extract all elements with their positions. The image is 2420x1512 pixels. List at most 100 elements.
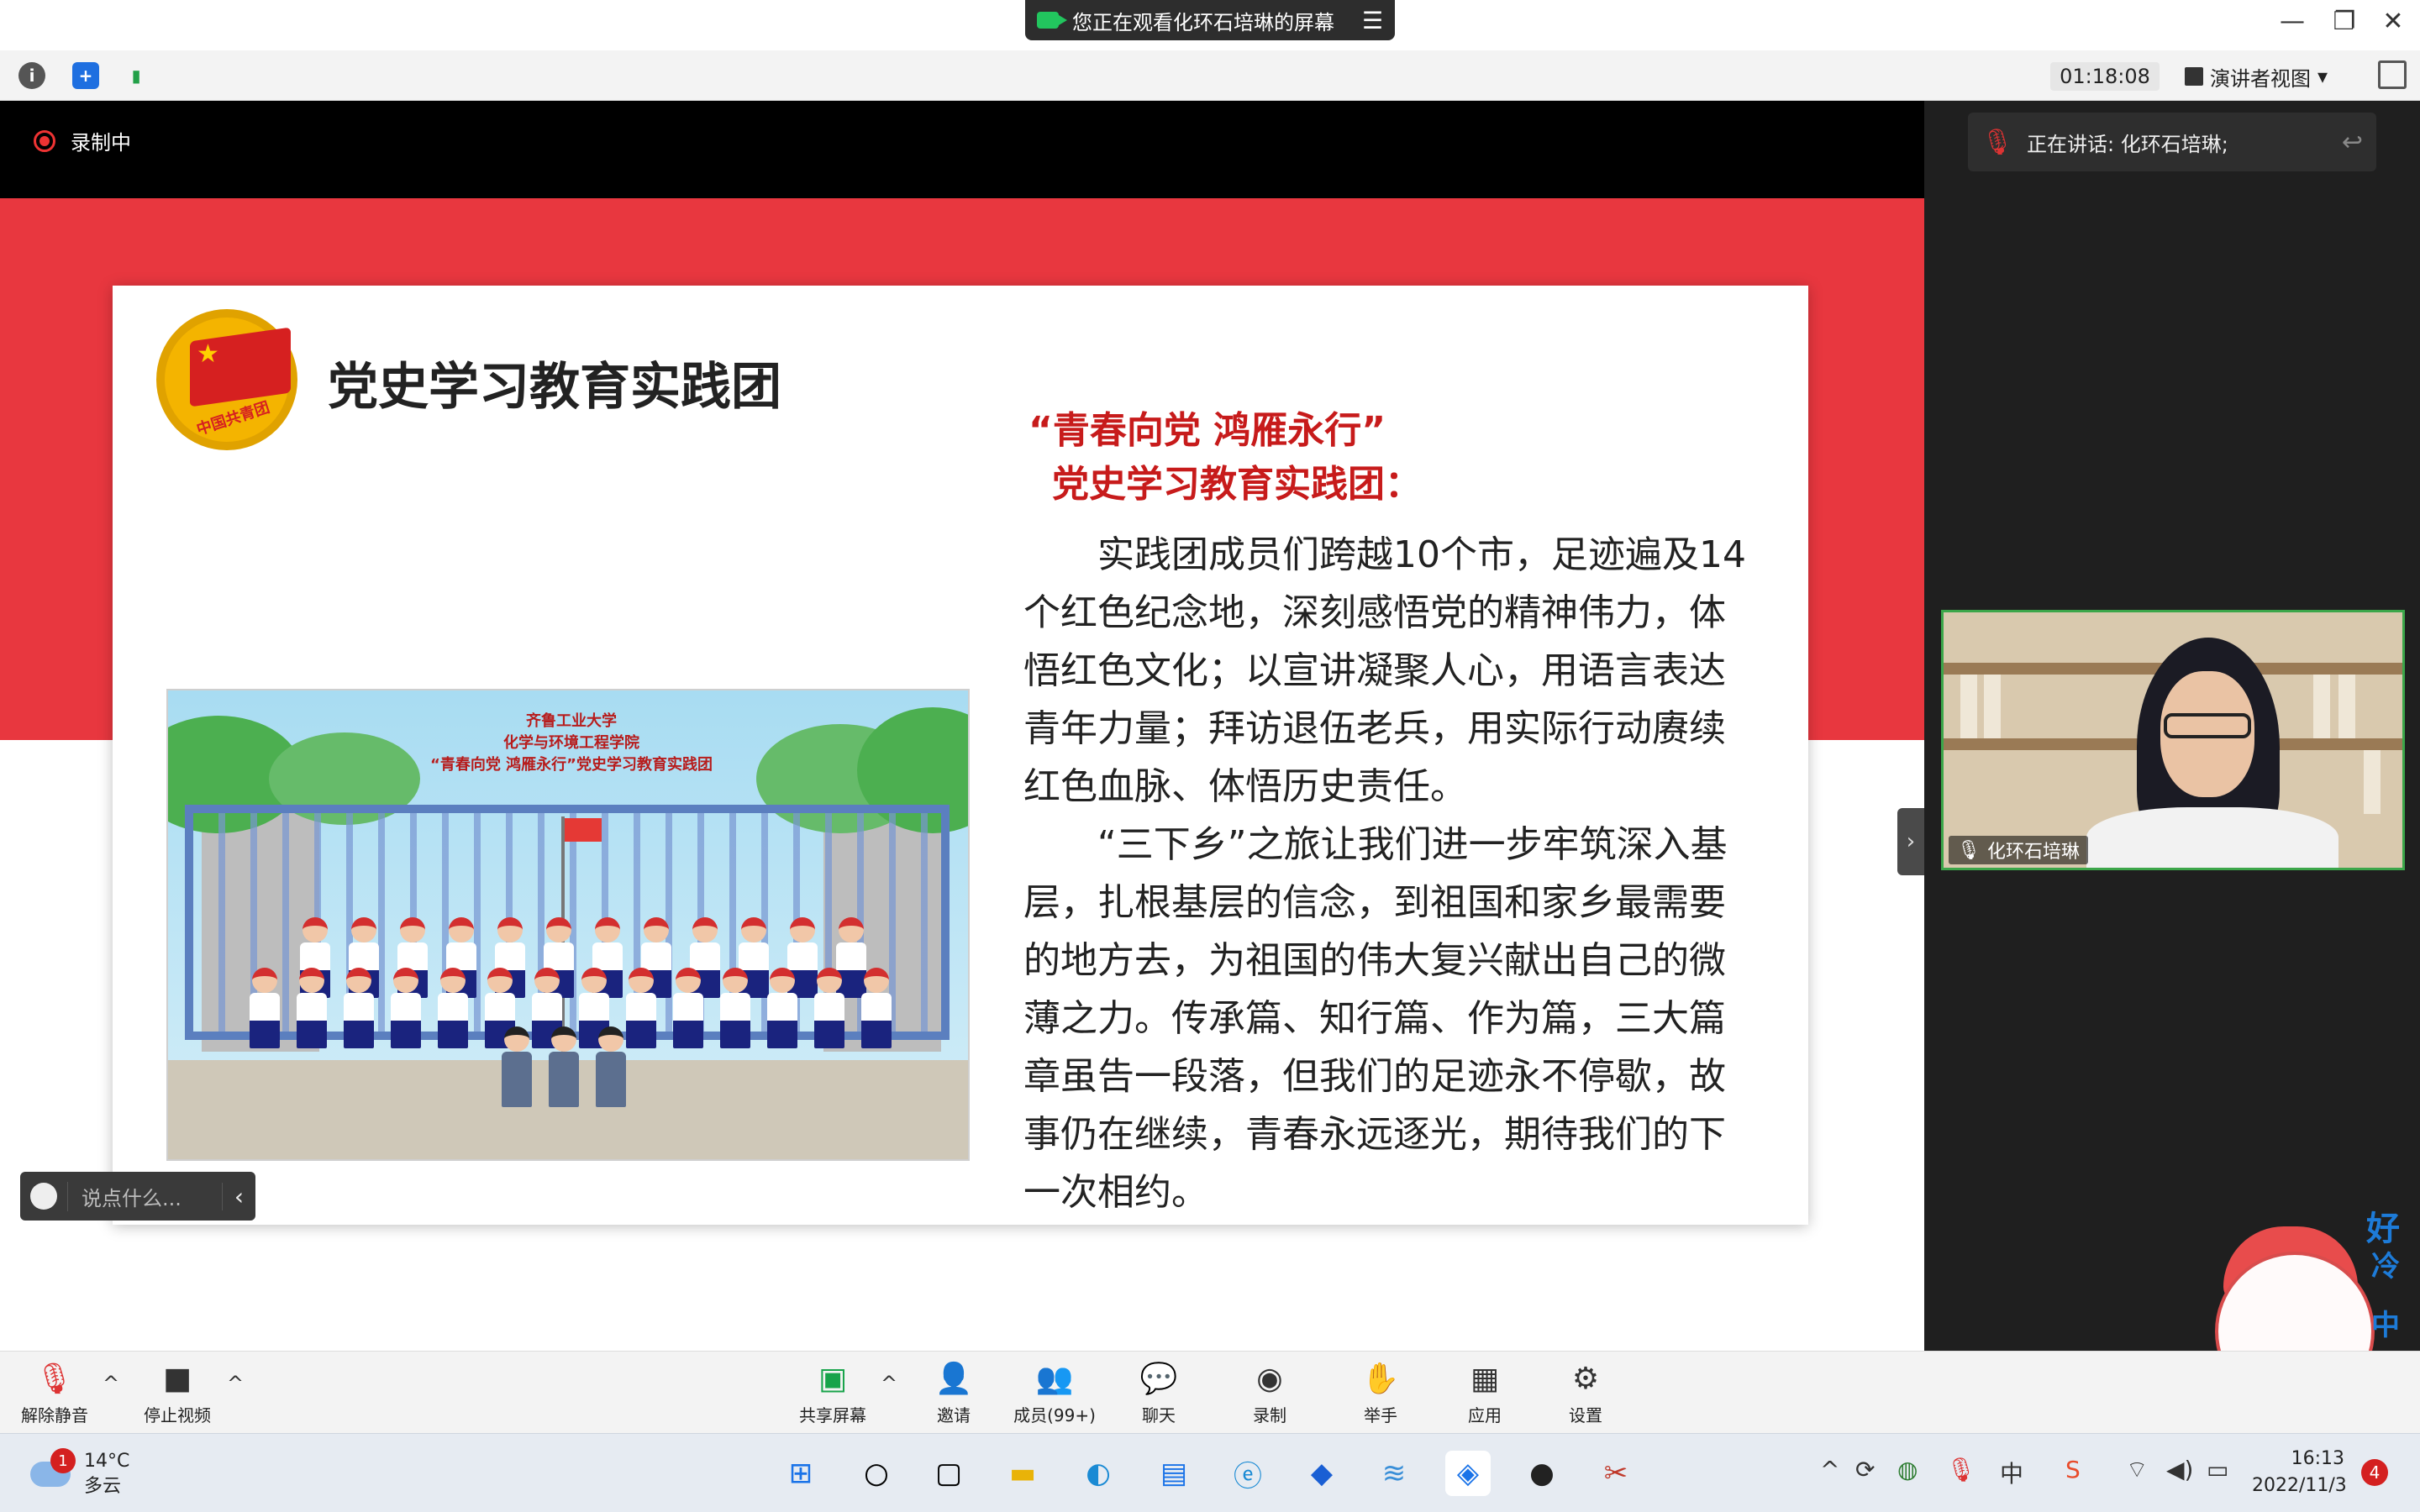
slide-body-text: 实践团成员们跨越10个市，足迹遍及14个红色纪念地，深刻感悟党的精神伟力，体悟红… bbox=[1023, 526, 1754, 1221]
shield-icon[interactable]: + bbox=[72, 62, 99, 89]
video-book bbox=[2338, 675, 2355, 738]
security-icon[interactable]: ◍ bbox=[1897, 1456, 1918, 1483]
apps-button[interactable]: ▦ 应用 bbox=[1439, 1360, 1531, 1426]
meeting-controls: 🎙 解除静音 ^ ■ 停止视频 ^ ▣ 共享屏幕 ^ 👤 邀请 👥 成员(99+… bbox=[0, 1351, 2420, 1433]
photo-person bbox=[861, 968, 892, 1048]
store-icon[interactable]: ▤ bbox=[1151, 1451, 1197, 1496]
cloud-icon: 1 bbox=[30, 1448, 76, 1487]
wifi-icon[interactable]: ⌔ bbox=[2126, 1456, 2148, 1485]
users-icon: 👥 bbox=[1035, 1362, 1074, 1396]
volume-icon[interactable]: ◀) bbox=[2166, 1456, 2193, 1483]
weather-badge: 1 bbox=[50, 1448, 76, 1473]
unmute-button[interactable]: 🎙 解除静音 bbox=[8, 1360, 101, 1426]
restore-button[interactable]: ❐ bbox=[2326, 7, 2363, 36]
clock-time: 16:13 bbox=[2291, 1448, 2344, 1469]
mic-icon[interactable]: 🎙 bbox=[1946, 1456, 1976, 1483]
apps-label: 应用 bbox=[1468, 1405, 1502, 1425]
chat-placeholder[interactable]: 说点什么... bbox=[67, 1181, 222, 1211]
share-screen-button[interactable]: ▣ 共享屏幕 bbox=[786, 1360, 879, 1426]
photo-person bbox=[767, 968, 797, 1048]
video-book bbox=[2364, 750, 2381, 814]
avatar-app-icon[interactable]: ● bbox=[1519, 1451, 1565, 1496]
members-button[interactable]: 👥 成员(99+) bbox=[1008, 1360, 1101, 1426]
title-bar: 您正在观看化环石培琳的屏幕 ☰ — ❐ ✕ bbox=[0, 0, 2420, 50]
photo-person bbox=[297, 968, 327, 1048]
search-icon[interactable]: ○ bbox=[854, 1451, 899, 1496]
share-screen-label: 共享屏幕 bbox=[799, 1405, 866, 1425]
stop-video-button[interactable]: ■ 停止视频 bbox=[131, 1360, 224, 1426]
settings-label: 设置 bbox=[1569, 1405, 1602, 1425]
chevron-up-icon[interactable]: ^ bbox=[1820, 1456, 1839, 1483]
view-mode-dropdown[interactable]: 演讲者视图 ▾ bbox=[2185, 60, 2353, 92]
chat-input[interactable]: 说点什么... ‹ bbox=[20, 1172, 255, 1221]
screen-share-banner[interactable]: 您正在观看化环石培琳的屏幕 ☰ bbox=[1025, 0, 1395, 40]
recording-label: 录制中 bbox=[71, 131, 131, 155]
record-dot-icon bbox=[34, 129, 55, 152]
participant-name: 化环石培琳 bbox=[1986, 842, 2080, 863]
muted-mic-icon: 🎙 bbox=[1981, 127, 2014, 157]
menu-icon[interactable]: ☰ bbox=[1362, 7, 1383, 34]
temperature: 14°C bbox=[84, 1451, 130, 1472]
edge-icon[interactable]: ◐ bbox=[1076, 1451, 1121, 1496]
slide-paragraph-1: 实践团成员们跨越10个市，足迹遍及14个红色纪念地，深刻感悟党的精神伟力，体悟红… bbox=[1023, 533, 1746, 808]
view-mode-label: 演讲者视图 bbox=[2210, 66, 2311, 91]
photo-person-seated bbox=[549, 1026, 579, 1107]
video-person-shirt bbox=[2086, 807, 2338, 868]
photo-person bbox=[836, 917, 866, 998]
muted-mic-icon: 🎙 bbox=[35, 1362, 74, 1396]
task-view-icon[interactable]: ▢ bbox=[926, 1451, 971, 1496]
minimize-button[interactable]: — bbox=[2274, 7, 2311, 36]
info-icon[interactable]: i bbox=[18, 62, 45, 89]
chat-button[interactable]: 💬 聊天 bbox=[1113, 1360, 1205, 1426]
close-button[interactable]: ✕ bbox=[2375, 7, 2412, 36]
signal-icon[interactable]: ▮ bbox=[123, 62, 150, 89]
battery-icon[interactable]: ▭ bbox=[2207, 1456, 2228, 1483]
fullscreen-icon[interactable] bbox=[2378, 60, 2407, 89]
chat-icon: 💬 bbox=[1139, 1362, 1178, 1396]
chat-label: 聊天 bbox=[1142, 1405, 1176, 1425]
ie-icon[interactable]: ⓔ bbox=[1225, 1451, 1270, 1496]
photo-person bbox=[626, 968, 656, 1048]
stop-video-label: 停止视频 bbox=[144, 1405, 211, 1425]
participant-name-tag: 🎙 化环石培琳 bbox=[1949, 836, 2088, 864]
star-icon: ★ bbox=[197, 339, 219, 369]
shared-screen-area: 录制中 ★ 中国共青团 党史学习教育实践团 “青春向党 鸿雁永行” 党史学习教育… bbox=[0, 101, 1924, 1382]
invite-button[interactable]: 👤 邀请 bbox=[908, 1360, 1000, 1426]
photo-caption-line: 齐鲁工业大学 bbox=[526, 712, 617, 730]
app-icon[interactable]: ◆ bbox=[1299, 1451, 1344, 1496]
photo-person bbox=[438, 968, 468, 1048]
share-banner-text: 您正在观看化环石培琳的屏幕 bbox=[1072, 10, 1334, 34]
clock-date: 2022/11/3 bbox=[2252, 1475, 2347, 1496]
photo-person-seated bbox=[502, 1026, 532, 1107]
photo-person bbox=[250, 968, 280, 1048]
photo-person bbox=[814, 968, 844, 1048]
chevron-up-icon[interactable]: ^ bbox=[227, 1372, 244, 1395]
collapse-panel-button[interactable]: › bbox=[1897, 808, 1924, 875]
emoji-icon[interactable] bbox=[20, 1172, 67, 1221]
file-explorer-icon[interactable]: ▬ bbox=[1000, 1451, 1045, 1496]
record-button[interactable]: ◉ 录制 bbox=[1223, 1360, 1316, 1426]
snip-tool-icon[interactable]: ✂ bbox=[1593, 1451, 1639, 1496]
feather-app-icon[interactable]: ≋ bbox=[1371, 1451, 1417, 1496]
sync-icon[interactable]: ⟳ bbox=[1855, 1456, 1875, 1483]
weather-widget[interactable]: 1 14°C 多云 bbox=[30, 1448, 130, 1499]
chevron-left-icon[interactable]: ‹ bbox=[222, 1182, 255, 1210]
participant-video[interactable]: 🎙 化环石培琳 bbox=[1941, 610, 2405, 870]
settings-button[interactable]: ⚙ 设置 bbox=[1539, 1360, 1632, 1426]
photo-red-flag bbox=[565, 818, 602, 842]
pin-icon[interactable]: ↩ bbox=[2342, 128, 2363, 157]
raise-hand-label: 举手 bbox=[1364, 1405, 1397, 1425]
system-clock[interactable]: 16:13 2022/11/3 bbox=[2252, 1446, 2347, 1499]
slogan-line-1: “青春向党 鸿雁永行” bbox=[1028, 409, 1386, 452]
apps-icon: ▦ bbox=[1470, 1361, 1499, 1396]
meeting-app-icon[interactable]: ◈ bbox=[1445, 1451, 1491, 1496]
input-method-icon[interactable]: S bbox=[2065, 1456, 2081, 1483]
start-icon[interactable]: ⊞ bbox=[778, 1451, 823, 1496]
mic-icon: 🎙 bbox=[1957, 839, 1981, 861]
notification-badge[interactable]: 4 bbox=[2361, 1459, 2388, 1486]
chevron-up-icon[interactable]: ^ bbox=[103, 1372, 119, 1395]
slide-paragraph-2: “三下乡”之旅让我们进一步牢筑深入基层，扎根基层的信念，到祖国和家乡最需要的地方… bbox=[1023, 823, 1728, 1214]
ime-indicator[interactable]: 中 bbox=[2000, 1456, 2023, 1489]
chevron-up-icon[interactable]: ^ bbox=[881, 1372, 897, 1395]
raise-hand-button[interactable]: ✋ 举手 bbox=[1334, 1360, 1427, 1426]
